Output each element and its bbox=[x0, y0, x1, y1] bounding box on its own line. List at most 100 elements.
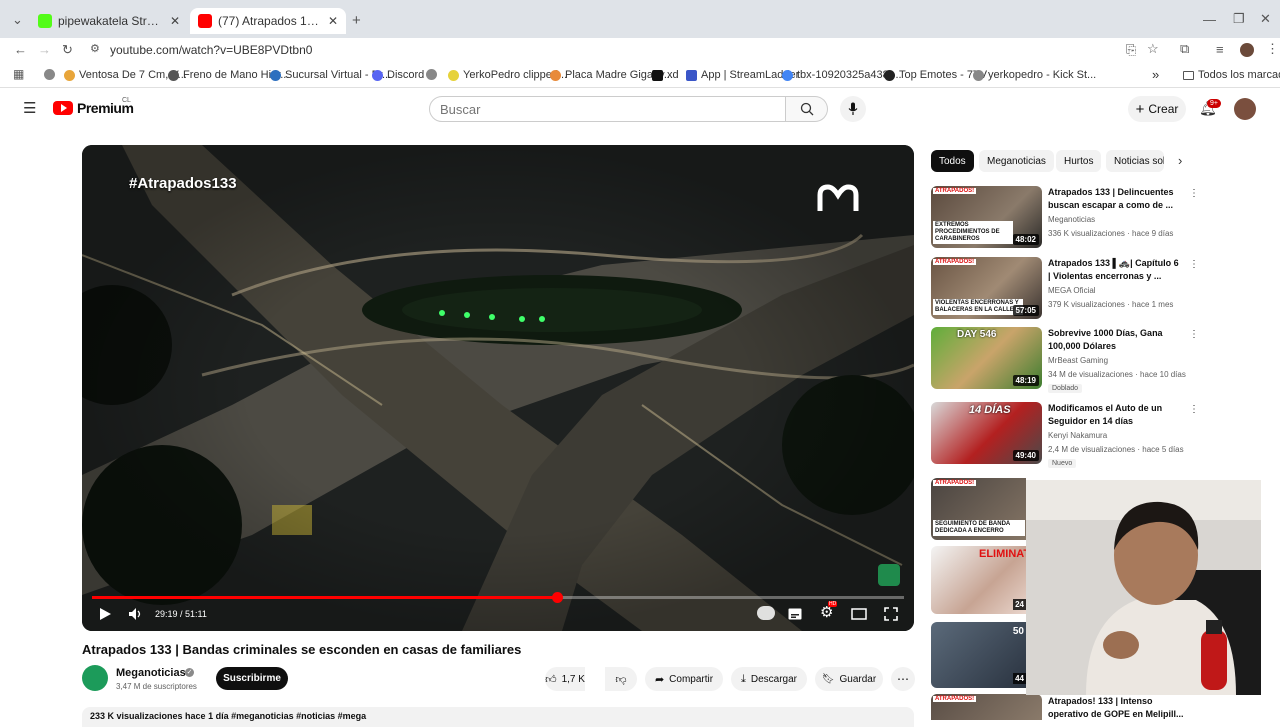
bookmark-star-icon[interactable]: ☆ bbox=[1147, 41, 1159, 57]
thumbnail-caption: ELIMINAT bbox=[979, 548, 1026, 560]
region-code: CL bbox=[122, 97, 131, 104]
bookmark-item[interactable]: Top Emotes - 7TV bbox=[884, 69, 987, 81]
forward-arrow-icon[interactable]: → bbox=[38, 42, 51, 57]
install-app-icon[interactable]: ⎘ bbox=[1126, 42, 1136, 58]
new-tab-button[interactable]: + bbox=[352, 12, 361, 29]
video-thumbnail[interactable]: 50 44 bbox=[931, 622, 1026, 688]
download-button[interactable]: ⤓ Descargar bbox=[731, 667, 807, 691]
close-tab-icon[interactable]: ✕ bbox=[328, 14, 338, 28]
create-button[interactable]: + Crear bbox=[1128, 96, 1186, 122]
like-button[interactable]: 👍︎ 1,7 K bbox=[545, 667, 585, 691]
recommendation-channel: MrBeast Gaming bbox=[1048, 356, 1109, 365]
recommendation-item[interactable]: ATRAPADOS! EXTREMOS PROCEDIMIENTOS DE CA… bbox=[931, 186, 1271, 250]
youtube-logo-icon[interactable] bbox=[53, 101, 73, 115]
video-thumbnail[interactable]: 14 DÍAS 49:40 bbox=[931, 402, 1042, 464]
site-info-icon[interactable]: ⚙ bbox=[90, 42, 100, 55]
bookmark-item[interactable] bbox=[44, 69, 55, 80]
thumbs-down-icon: 👎︎ bbox=[615, 673, 627, 686]
media-controls-icon[interactable]: ≡ bbox=[1216, 42, 1224, 57]
account-avatar[interactable] bbox=[1234, 98, 1256, 120]
dislike-button[interactable]: 👎︎ bbox=[605, 667, 637, 691]
recommendation-title: Atrapados 133 ▌🚓| Capítulo 6 | Violentas… bbox=[1048, 258, 1179, 281]
video-player[interactable]: #Atrapados133 29:19 / 51:11 ⚙ HD bbox=[82, 145, 914, 631]
recommendation-title: Modificamos el Auto de un Seguidor en 14… bbox=[1048, 403, 1163, 426]
bookmarks-overflow-button[interactable]: » bbox=[1152, 67, 1159, 82]
youtube-header: ☰ Premium CL + Crear 🔔︎ 9+ bbox=[0, 88, 1280, 130]
video-thumbnail[interactable]: DAY 546 48:19 bbox=[931, 327, 1042, 389]
channel-avatar[interactable] bbox=[82, 665, 108, 691]
fullscreen-icon[interactable] bbox=[884, 607, 898, 621]
browser-tab-youtube[interactable]: (77) Atrapados 133 | Bandas cri ✕ bbox=[190, 8, 346, 34]
voice-search-button[interactable] bbox=[840, 96, 866, 122]
extensions-icon[interactable]: ⧉ bbox=[1180, 41, 1189, 57]
recommendation-item[interactable]: 14 DÍAS 49:40 Modificamos el Auto de un … bbox=[931, 402, 1271, 468]
bookmark-favicon-icon bbox=[270, 69, 281, 81]
bookmark-favicon-icon bbox=[884, 69, 895, 81]
video-duration: 49:40 bbox=[1012, 450, 1039, 461]
globe-icon bbox=[426, 69, 437, 80]
close-window-icon[interactable]: ✕ bbox=[1260, 11, 1271, 27]
bookmark-item[interactable]: yerkopedro - Kick St... bbox=[973, 69, 1096, 81]
channel-name[interactable]: Meganoticias bbox=[116, 667, 186, 679]
google-icon bbox=[782, 69, 793, 81]
url-field[interactable]: youtube.com/watch?v=UBE8PVDtbn0 bbox=[110, 43, 312, 57]
bookmark-item[interactable] bbox=[426, 69, 437, 80]
theater-mode-icon[interactable] bbox=[851, 608, 867, 620]
video-thumbnail[interactable]: ATRAPADOS! SEGUIMIENTO DE BANDA DEDICADA… bbox=[931, 478, 1026, 540]
video-progress-track[interactable] bbox=[92, 592, 904, 603]
video-time-display: 29:19 / 51:11 bbox=[155, 609, 207, 619]
more-vertical-icon[interactable]: ⋮ bbox=[1189, 329, 1199, 340]
recommendation-channel: Kenyi Nakamura bbox=[1048, 431, 1108, 440]
more-vertical-icon[interactable]: ⋮ bbox=[1189, 404, 1199, 415]
save-button[interactable]: 🔖︎ Guardar bbox=[815, 667, 883, 691]
video-thumbnail[interactable]: ATRAPADOS! EXTREMOS PROCEDIMIENTOS DE CA… bbox=[931, 186, 1042, 248]
recommendation-item[interactable]: DAY 546 48:19 Sobrevive 1000 Días, Gana … bbox=[931, 327, 1271, 393]
close-tab-icon[interactable]: ✕ bbox=[170, 14, 180, 28]
recommendation-title: Atrapados 133 | Delincuentes buscan esca… bbox=[1048, 187, 1174, 210]
reload-icon[interactable]: ↻ bbox=[62, 42, 73, 58]
maximize-window-icon[interactable]: ❐ bbox=[1233, 11, 1245, 27]
search-input[interactable] bbox=[429, 96, 786, 122]
bookmark-item[interactable]: Discord bbox=[372, 69, 424, 81]
browser-tab-kick[interactable]: pipewakatela Stream - Watch L ✕ bbox=[30, 8, 188, 34]
chips-next-chevron-icon[interactable]: › bbox=[1178, 153, 1182, 168]
subscribe-button[interactable]: Suscribirme bbox=[216, 667, 288, 690]
minimize-window-icon[interactable]: — bbox=[1203, 12, 1216, 27]
microphone-icon bbox=[848, 102, 858, 115]
recommendation-item[interactable]: ATRAPADOS! VIOLENTAS ENCERRONAS Y BALACE… bbox=[931, 257, 1271, 321]
more-actions-button[interactable]: ⋯ bbox=[891, 667, 915, 691]
browser-menu-icon[interactable]: ⋮ bbox=[1266, 41, 1279, 57]
share-button[interactable]: ➦ Compartir bbox=[645, 667, 723, 691]
more-vertical-icon[interactable]: ⋮ bbox=[1189, 188, 1199, 199]
more-vertical-icon[interactable]: ⋮ bbox=[1189, 259, 1199, 270]
back-arrow-icon[interactable]: ← bbox=[14, 42, 27, 57]
autoplay-toggle[interactable] bbox=[757, 606, 775, 620]
video-thumbnail[interactable]: ATRAPADOS! bbox=[931, 694, 1042, 720]
thumbnail-caption: 50 bbox=[1012, 626, 1024, 637]
volume-icon[interactable] bbox=[128, 607, 142, 621]
all-bookmarks-folder[interactable]: Todos los marcadores bbox=[1183, 69, 1280, 81]
chip-hurtos[interactable]: Hurtos bbox=[1056, 150, 1102, 172]
description-box[interactable]: 233 K visualizaciones hace 1 día #megano… bbox=[82, 707, 914, 727]
tab-list-chevron-icon[interactable]: ⌄ bbox=[12, 12, 23, 28]
atrapados-label: ATRAPADOS! bbox=[933, 696, 977, 702]
recommendation-title: Atrapados! 133 | Intenso operativo de GO… bbox=[1048, 696, 1184, 719]
chip-todos[interactable]: Todos bbox=[931, 150, 974, 172]
hamburger-menu-icon[interactable]: ☰ bbox=[23, 99, 36, 117]
kick-favicon-icon bbox=[38, 14, 52, 28]
profile-avatar-icon[interactable] bbox=[1240, 43, 1254, 57]
play-icon[interactable] bbox=[98, 607, 112, 621]
discord-icon bbox=[372, 69, 383, 81]
streamer-webcam-overlay bbox=[1026, 480, 1261, 695]
kick-icon bbox=[652, 69, 663, 81]
recommendation-title: Sobrevive 1000 Días, Gana 100,000 Dólare… bbox=[1048, 328, 1163, 351]
bookmark-item[interactable]: xd bbox=[652, 69, 679, 81]
search-button[interactable] bbox=[786, 96, 828, 122]
chip-noticias[interactable]: Noticias sol bbox=[1106, 150, 1164, 172]
apps-grid-icon[interactable]: ▦ bbox=[13, 67, 24, 81]
video-thumbnail[interactable]: ATRAPADOS! VIOLENTAS ENCERRONAS Y BALACE… bbox=[931, 257, 1042, 319]
subtitles-icon[interactable] bbox=[788, 608, 802, 620]
thumbnail-caption: SEGUIMIENTO DE BANDA DEDICADA A ENCERRO bbox=[933, 520, 1025, 536]
video-thumbnail[interactable]: ELIMINAT 24 bbox=[931, 546, 1026, 614]
chip-meganoticias[interactable]: Meganoticias bbox=[979, 150, 1054, 172]
